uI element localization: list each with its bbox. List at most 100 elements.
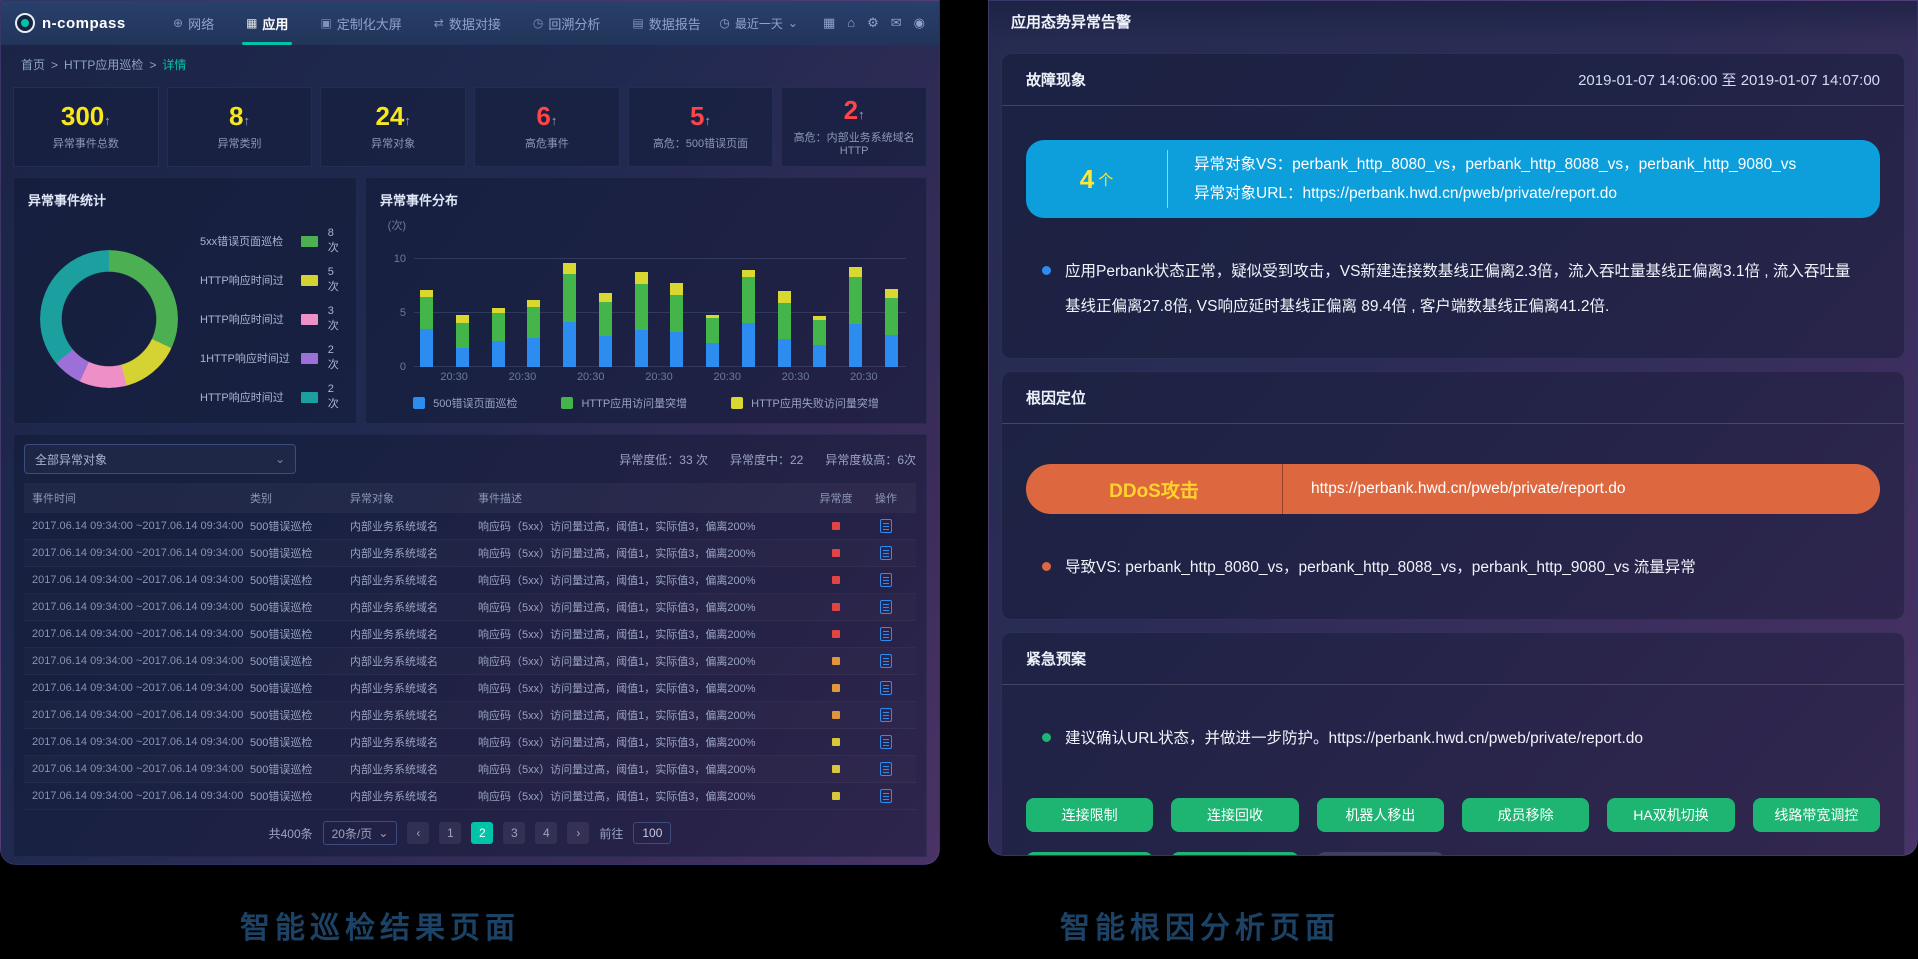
user-icon[interactable]: ◉ (914, 15, 925, 30)
menu-label: 回溯分析 (548, 14, 600, 33)
page-button-3[interactable]: 3 (503, 822, 525, 844)
bar-chart-y-axis: (次)0510 (380, 215, 414, 367)
per-page-select[interactable]: 20条/页⌄ (323, 821, 398, 845)
prev-page-button[interactable]: ‹ (407, 822, 429, 844)
legend-swatch (413, 397, 425, 409)
plan-button[interactable]: 多中心用户调控 (1171, 852, 1298, 856)
table-header: 事件时间类别异常对象事件描述异常度操作 (24, 483, 916, 513)
stacked-bar[interactable] (420, 290, 433, 367)
menu-item-网络[interactable]: ⊕网络 (157, 1, 230, 45)
detail-document-icon[interactable] (880, 573, 892, 587)
detail-document-icon[interactable] (880, 708, 892, 722)
stacked-bar[interactable] (563, 263, 576, 367)
stacked-bar[interactable] (527, 300, 540, 367)
detail-document-icon[interactable] (880, 627, 892, 641)
column-header: 异常对象 (350, 490, 478, 506)
root-cause-section-title: 根因定位 (1026, 387, 1086, 408)
page-button-2[interactable]: 2 (471, 822, 493, 844)
bar-legend-label: 500错误页面巡检 (433, 395, 517, 411)
breadcrumb-item[interactable]: 详情 (162, 58, 186, 72)
detail-document-icon[interactable] (880, 654, 892, 668)
menu-item-应用[interactable]: ▦应用 (230, 1, 304, 45)
cell-object: 内部业务系统域名 (350, 545, 478, 561)
detail-document-icon[interactable] (880, 735, 892, 749)
donut-legend-item: HTTP响应时间过3次 (200, 305, 344, 333)
message-icon[interactable]: ✉ (891, 15, 902, 30)
app-logo[interactable]: n-compass (15, 13, 141, 33)
object-filter-select[interactable]: 全部异常对象 ⌄ (24, 444, 296, 474)
cell-event-time: 2017.06.14 09:34:00 ~2017.06.14 09:34:00 (32, 763, 250, 775)
stacked-bar[interactable] (599, 293, 612, 368)
plan-button[interactable]: HA双机切换 (1607, 798, 1734, 832)
detail-document-icon[interactable] (880, 519, 892, 533)
page-jump-input[interactable] (633, 822, 671, 844)
stacked-bar[interactable] (706, 315, 719, 367)
page-button-1[interactable]: 1 (439, 822, 461, 844)
next-page-button[interactable]: › (567, 822, 589, 844)
breadcrumb-separator: > (51, 58, 58, 72)
legend-swatch (301, 314, 318, 325)
page-button-4[interactable]: 4 (535, 822, 557, 844)
stacked-bar[interactable] (456, 315, 469, 367)
gear-icon[interactable]: ⚙ (867, 15, 879, 30)
donut-legend-value: 5次 (328, 266, 344, 294)
stacked-bar[interactable] (635, 272, 648, 367)
bar-legend-item: 500错误页面巡检 (413, 395, 517, 411)
breadcrumb-item[interactable]: HTTP应用巡检 (64, 58, 143, 72)
stacked-bar[interactable] (885, 289, 898, 367)
detail-document-icon[interactable] (880, 762, 892, 776)
bar-segment (527, 307, 540, 338)
donut-chart-card: 异常事件统计 5xx错误页面巡检8次HTTP响应时间过5次HTTP响应时间过3次… (13, 177, 357, 424)
stat-card: 2↑高危：内部业务系统域名HTTP (781, 87, 927, 167)
cell-event-time: 2017.06.14 09:34:00 ~2017.06.14 09:34:00 (32, 628, 250, 640)
detail-document-icon[interactable] (880, 681, 892, 695)
donut-chart (40, 250, 178, 388)
table-body: 2017.06.14 09:34:00 ~2017.06.14 09:34:00… (24, 513, 916, 810)
logo-text: n-compass (42, 15, 126, 32)
breadcrumb: 首页>HTTP应用巡检>详情 (1, 45, 939, 79)
plan-button[interactable]: 数据中心切换 (1026, 852, 1153, 856)
plan-button[interactable]: 连接限制 (1026, 798, 1153, 832)
cell-description: 响应码（5xx）访问量过高，阈值1，实际值3，偏离200% (478, 626, 808, 642)
pagination-total: 共400条 (269, 825, 313, 842)
stacked-bar[interactable] (778, 291, 791, 367)
stacked-bar[interactable] (813, 316, 826, 367)
time-range-selector[interactable]: ◷ 最近一天 ⌄ (719, 15, 798, 32)
stacked-bar[interactable] (742, 270, 755, 367)
bar-segment (670, 332, 683, 367)
calendar-icon[interactable]: ▦ (823, 15, 835, 30)
stacked-bar[interactable] (492, 308, 505, 367)
cell-object: 内部业务系统域名 (350, 788, 478, 804)
menu-item-回溯分析[interactable]: ◷回溯分析 (517, 1, 617, 45)
bar-segment (778, 291, 791, 303)
events-table-section: 全部异常对象 ⌄ 异常度低：33 次异常度中：22异常度极高：6次 事件时间类别… (13, 434, 927, 857)
x-tick-label: 20:30 (577, 371, 605, 383)
plan-button[interactable]: 线路带宽调控 (1753, 798, 1880, 832)
menu-item-数据报告[interactable]: ▤数据报告 (616, 1, 716, 45)
plan-button[interactable]: 连接回收 (1171, 798, 1298, 832)
stat-value: 300↑ (61, 103, 111, 129)
up-arrow-icon: ↑ (551, 113, 558, 128)
menu-item-定制化大屏[interactable]: ▣定制化大屏 (304, 1, 417, 45)
menu-item-数据对接[interactable]: ⇄数据对接 (418, 1, 517, 45)
bar-segment (492, 313, 505, 341)
stat-label: 高危：500错误页面 (649, 135, 752, 151)
plan-button[interactable]: 机器人移出 (1317, 798, 1444, 832)
stacked-bar[interactable] (849, 267, 862, 367)
bar-legend-item: HTTP应用访问量突增 (561, 395, 687, 411)
cell-event-time: 2017.06.14 09:34:00 ~2017.06.14 09:34:00 (32, 736, 250, 748)
detail-document-icon[interactable] (880, 789, 892, 803)
bar-segment (456, 323, 469, 348)
detail-document-icon[interactable] (880, 600, 892, 614)
stacked-bar[interactable] (670, 283, 683, 367)
cell-description: 响应码（5xx）访问量过高，阈值1，实际值3，偏离200% (478, 599, 808, 615)
home-icon[interactable]: ⌂ (847, 15, 855, 30)
severity-stat: 异常度中：22 (730, 451, 803, 468)
cell-object: 内部业务系统域名 (350, 653, 478, 669)
plan-button[interactable]: 成员移除 (1462, 798, 1589, 832)
detail-document-icon[interactable] (880, 546, 892, 560)
bar-segment (885, 298, 898, 335)
add-scenario-button[interactable]: + 新增场景 (1317, 852, 1444, 856)
breadcrumb-item[interactable]: 首页 (21, 58, 45, 72)
table-row: 2017.06.14 09:34:00 ~2017.06.14 09:34:00… (24, 621, 916, 648)
